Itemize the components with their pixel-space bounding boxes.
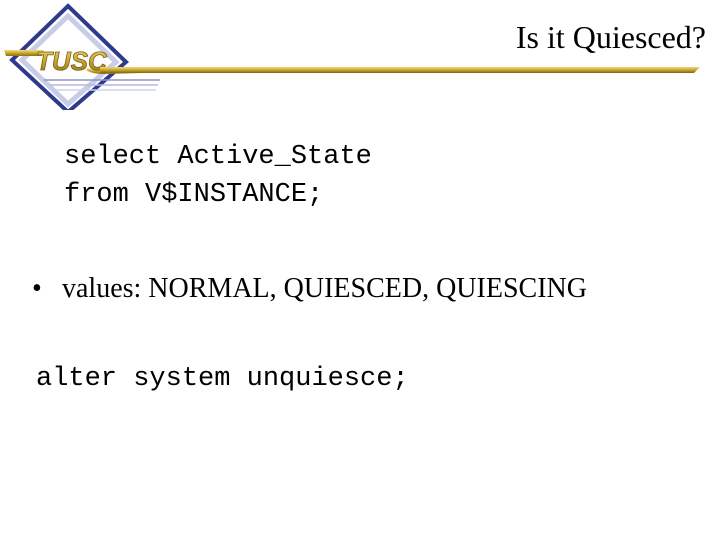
bullet-icon: • — [32, 273, 42, 304]
bullet-text: values: NORMAL, QUIESCED, QUIESCING — [62, 273, 587, 304]
tusc-logo: TUSC — [0, 0, 180, 115]
sql-query-line: select Active_State — [64, 142, 372, 172]
sql-query: select Active_State from V$INSTANCE; — [64, 138, 372, 214]
slide-title: Is it Quiesced? — [515, 19, 706, 55]
bullet-item: • values: NORMAL, QUIESCED, QUIESCING — [32, 269, 587, 309]
tusc-logo-icon: TUSC — [4, 3, 180, 115]
title-divider — [100, 67, 700, 73]
sql-query-line: from V$INSTANCE; — [64, 180, 324, 210]
sql-command: alter system unquiesce; — [36, 364, 409, 394]
logo-text: TUSC — [36, 46, 108, 76]
